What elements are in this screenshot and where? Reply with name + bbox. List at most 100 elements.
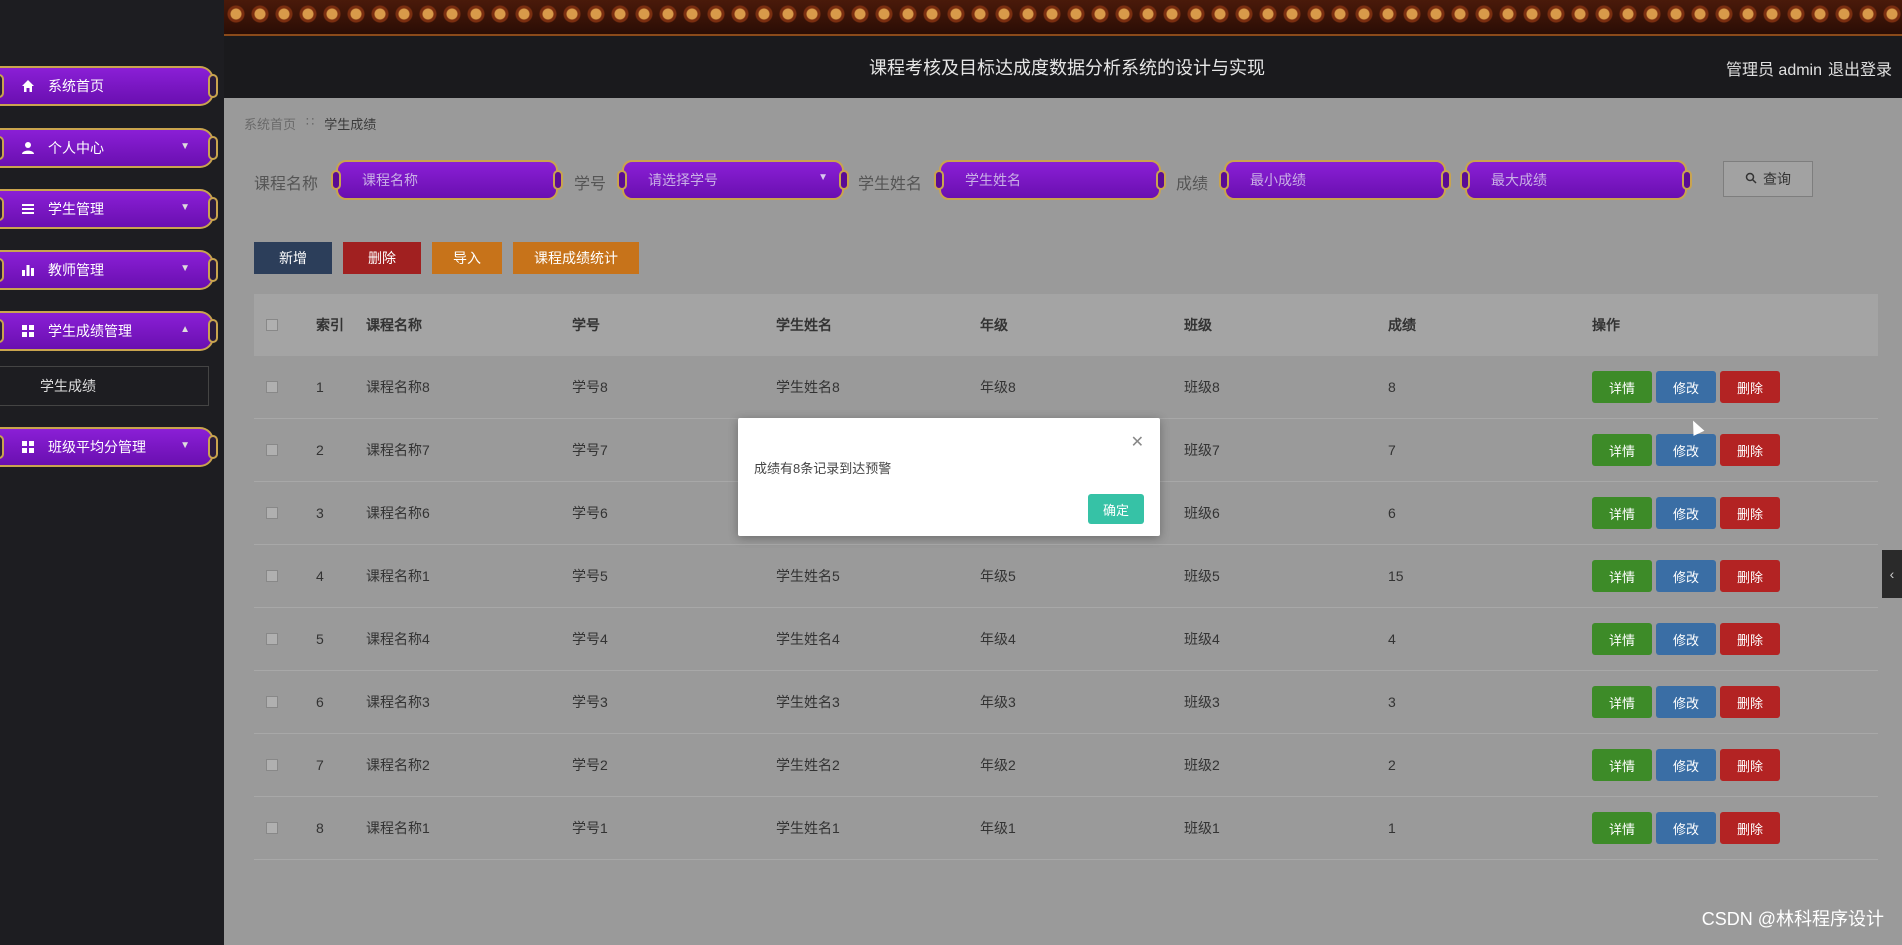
batch-delete-button[interactable]: 删除 xyxy=(343,242,421,274)
sidebar-item-students[interactable]: 学生管理 ▼ xyxy=(0,189,218,229)
top-header: 课程考核及目标达成度数据分析系统的设计与实现 管理员 admin 退出登录 xyxy=(224,0,1902,98)
cell-idx: 7 xyxy=(316,757,324,773)
current-user: 管理员 admin xyxy=(1725,62,1822,79)
ornament-curl xyxy=(0,197,4,221)
detail-button[interactable]: 详情 xyxy=(1592,560,1652,592)
chevron-down-icon: ▼ xyxy=(180,141,190,152)
delete-button[interactable]: 删除 xyxy=(1720,749,1780,781)
edit-button[interactable]: 修改 xyxy=(1656,623,1716,655)
chevron-down-icon: ▼ xyxy=(180,440,190,451)
detail-button[interactable]: 详情 xyxy=(1592,686,1652,718)
cell-idx: 1 xyxy=(316,379,324,395)
delete-button[interactable]: 删除 xyxy=(1720,371,1780,403)
chevron-down-icon: ▼ xyxy=(818,172,828,183)
search-icon xyxy=(1745,171,1757,187)
detail-button[interactable]: 详情 xyxy=(1592,749,1652,781)
list-icon xyxy=(20,201,36,217)
cell-cls: 班级6 xyxy=(1184,505,1220,521)
cell-name: 学生姓名2 xyxy=(776,757,840,773)
row-checkbox[interactable] xyxy=(266,507,278,519)
breadcrumb-current: 学生成绩 xyxy=(324,117,377,132)
cell-cls: 班级2 xyxy=(1184,757,1220,773)
cell-cls: 班级1 xyxy=(1184,820,1220,836)
delete-button[interactable]: 删除 xyxy=(1720,560,1780,592)
detail-button[interactable]: 详情 xyxy=(1592,497,1652,529)
chevron-down-icon: ▼ xyxy=(180,263,190,274)
cell-name: 学生姓名8 xyxy=(776,379,840,395)
detail-button[interactable]: 详情 xyxy=(1592,623,1652,655)
cell-grade: 年级4 xyxy=(980,631,1016,647)
sidebar-item-teachers[interactable]: 教师管理 ▼ xyxy=(0,250,218,290)
delete-button[interactable]: 删除 xyxy=(1720,623,1780,655)
course-name-input[interactable]: 课程名称 xyxy=(331,160,563,200)
cell-score: 3 xyxy=(1388,694,1396,710)
detail-button[interactable]: 详情 xyxy=(1592,434,1652,466)
cell-score: 15 xyxy=(1388,568,1404,584)
close-icon[interactable]: ✕ xyxy=(1131,432,1144,452)
system-title: 课程考核及目标达成度数据分析系统的设计与实现 xyxy=(869,58,1265,78)
chevron-up-icon: ▲ xyxy=(180,324,190,335)
cell-idx: 3 xyxy=(316,505,324,521)
sidebar-item-label: 学生成绩管理 xyxy=(48,323,132,339)
student-name-input[interactable]: 学生姓名 xyxy=(934,160,1166,200)
cell-score: 8 xyxy=(1388,379,1396,395)
input-placeholder: 学生姓名 xyxy=(965,172,1021,188)
edit-button[interactable]: 修改 xyxy=(1656,812,1716,844)
cell-cls: 班级8 xyxy=(1184,379,1220,395)
edit-button[interactable]: 修改 xyxy=(1656,497,1716,529)
max-score-input[interactable]: 最大成绩 xyxy=(1460,160,1692,200)
row-checkbox[interactable] xyxy=(266,444,278,456)
edit-button[interactable]: 修改 xyxy=(1656,434,1716,466)
cell-score: 4 xyxy=(1388,631,1396,647)
row-checkbox[interactable] xyxy=(266,759,278,771)
min-score-input[interactable]: 最小成绩 xyxy=(1219,160,1451,200)
cell-score: 6 xyxy=(1388,505,1396,521)
table-row: 8 课程名称1 学号1 学生姓名1 年级1 班级1 1 详情 修改 删除 xyxy=(254,797,1878,860)
query-button[interactable]: 查询 xyxy=(1723,161,1813,197)
delete-button[interactable]: 删除 xyxy=(1720,497,1780,529)
delete-button[interactable]: 删除 xyxy=(1720,812,1780,844)
edit-button[interactable]: 修改 xyxy=(1656,749,1716,781)
cell-course: 课程名称1 xyxy=(366,568,430,584)
cell-grade: 年级2 xyxy=(980,757,1016,773)
cell-sid: 学号8 xyxy=(572,379,608,395)
detail-button[interactable]: 详情 xyxy=(1592,812,1652,844)
confirm-button[interactable]: 确定 xyxy=(1088,494,1144,524)
sidebar-item-profile[interactable]: 个人中心 ▼ xyxy=(0,128,218,168)
row-checkbox[interactable] xyxy=(266,381,278,393)
cell-cls: 班级5 xyxy=(1184,568,1220,584)
import-button[interactable]: 导入 xyxy=(432,242,502,274)
sidebar-subitem-student-scores[interactable]: 学生成绩 xyxy=(0,366,209,406)
cell-idx: 4 xyxy=(316,568,324,584)
row-checkbox[interactable] xyxy=(266,822,278,834)
delete-button[interactable]: 删除 xyxy=(1720,686,1780,718)
home-icon xyxy=(20,78,36,94)
logout-link[interactable]: 退出登录 xyxy=(1828,56,1892,80)
breadcrumb-home[interactable]: 系统首页 xyxy=(244,114,296,133)
breadcrumb: 系统首页 ∷ 学生成绩 xyxy=(244,114,376,133)
cell-idx: 6 xyxy=(316,694,324,710)
ornament-curl xyxy=(0,319,4,343)
row-checkbox[interactable] xyxy=(266,570,278,582)
student-id-select[interactable]: 请选择学号 ▼ xyxy=(617,160,849,200)
grid-icon xyxy=(20,439,36,455)
bar-chart-icon xyxy=(20,262,36,278)
delete-button[interactable]: 删除 xyxy=(1720,434,1780,466)
collapse-panel-button[interactable]: ‹ xyxy=(1882,550,1902,598)
table-row: 7 课程名称2 学号2 学生姓名2 年级2 班级2 2 详情 修改 删除 xyxy=(254,734,1878,797)
detail-button[interactable]: 详情 xyxy=(1592,371,1652,403)
course-stats-button[interactable]: 课程成绩统计 xyxy=(513,242,639,274)
ornament-curl xyxy=(208,136,218,160)
add-button[interactable]: 新增 xyxy=(254,242,332,274)
edit-button[interactable]: 修改 xyxy=(1656,686,1716,718)
cell-sid: 学号1 xyxy=(572,820,608,836)
select-all-checkbox[interactable] xyxy=(266,319,278,331)
sidebar-item-scores[interactable]: 学生成绩管理 ▲ xyxy=(0,311,218,351)
edit-button[interactable]: 修改 xyxy=(1656,560,1716,592)
sidebar-item-home[interactable]: 系统首页 xyxy=(0,66,218,106)
chevron-down-icon: ▼ xyxy=(180,202,190,213)
row-checkbox[interactable] xyxy=(266,696,278,708)
edit-button[interactable]: 修改 xyxy=(1656,371,1716,403)
row-checkbox[interactable] xyxy=(266,633,278,645)
sidebar-item-class-average[interactable]: 班级平均分管理 ▼ xyxy=(0,427,218,467)
